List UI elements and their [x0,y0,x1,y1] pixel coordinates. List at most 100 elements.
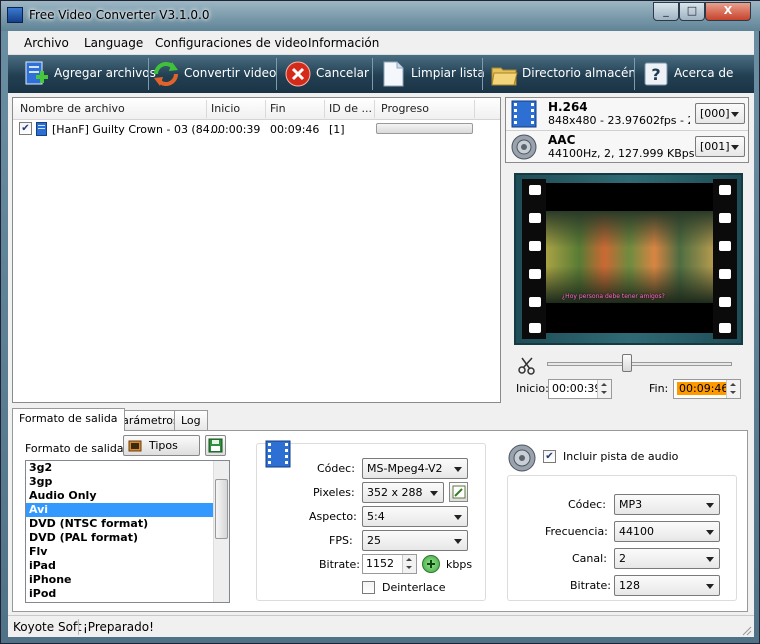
file-row[interactable]: ✔ [HanF] Guilty Crown - 03 (84... 00:00:… [13,120,500,138]
status-message: ¡Preparado! [83,620,154,634]
close-button[interactable]: X [705,2,751,21]
file-id: [1] [329,123,345,136]
menu-archivo[interactable]: Archivo [24,36,69,50]
file-name: [HanF] Guilty Crown - 03 (84... [52,123,221,136]
deinterlace-checkbox[interactable] [362,581,375,594]
video-bitrate-input[interactable]: 1152 [362,554,417,574]
video-stream-icon [511,100,537,128]
audio-track-select[interactable]: [001] [695,136,745,157]
convert-icon [154,62,178,86]
start-time-input[interactable]: 00:00:39 [548,379,612,399]
clear-list-button[interactable]: Limpiar lista [377,57,485,90]
end-time-input[interactable]: 00:09:46 [673,379,741,399]
preview-subtitle: ¿Hoy persona debe tener amigos? [562,293,665,300]
audio-bitrate-select[interactable]: 128 [614,575,720,596]
tab-log[interactable]: Log [174,410,208,431]
audio-settings-icon [508,444,536,472]
file-list-header: Nombre de archivo Inicio Fin ID de ... P… [13,98,500,120]
column-filename[interactable]: Nombre de archivo [20,102,125,115]
column-start[interactable]: Inicio [211,102,240,115]
video-codec: H.264 [548,100,588,114]
maximize-button[interactable]: □ [679,2,705,21]
video-codec-select[interactable]: MS-Mpeg4-V2 [362,458,468,479]
end-label: Fin: [649,382,669,395]
convert-video-button[interactable]: Convertir video [150,57,276,90]
about-button[interactable]: ? Acerca de [640,57,733,90]
menu-language[interactable]: Language [84,36,143,50]
add-bitrate-button[interactable] [422,555,440,573]
trim-slider-track[interactable] [547,362,732,366]
video-settings-group: Códec: MS-Mpeg4-V2 Pixeles: 352 x 288 As… [256,440,486,601]
tab-output-format[interactable]: Formato de salida [12,408,125,431]
add-file-icon [25,61,48,85]
aspect-label: Aspecto: [309,510,357,523]
client-area: Archivo Language Configuraciones de vide… [8,31,754,637]
trim-slider-thumb[interactable] [621,354,632,372]
file-progress-bar [376,123,473,134]
column-end[interactable]: Fin [270,102,286,115]
scissors-icon[interactable] [518,357,536,375]
scrollbar-thumb[interactable] [215,479,228,539]
channel-label: Canal: [572,552,607,565]
format-item[interactable]: DVD (PAL format) [26,531,229,545]
video-detail: 848x480 - 23.97602fps - 295 k [548,114,690,127]
window-title: Free Video Converter V3.1.0.0 [29,8,210,22]
video-track-select[interactable]: [000] [695,103,745,124]
end-time-value: 00:09:46 [677,382,731,395]
format-item[interactable]: iPod [26,587,229,601]
format-list[interactable]: 3g2 3gp Audio Only Avi DVD (NTSC format)… [25,460,230,603]
format-item[interactable]: DVD (NTSC format) [26,517,229,531]
column-progress[interactable]: Progreso [381,102,429,115]
cancel-button[interactable]: Cancelar [282,57,369,90]
file-start: 00:00:39 [211,123,261,136]
format-item[interactable]: 3g2 [26,461,229,475]
video-preview: ¿Hoy persona debe tener amigos? [514,173,743,345]
file-list[interactable]: Nombre de archivo Inicio Fin ID de ... P… [12,97,501,403]
audio-codec-select[interactable]: MP3 [614,494,720,515]
format-item[interactable]: Flv [26,545,229,559]
format-item[interactable]: Audio Only [26,489,229,503]
types-button[interactable]: Tipos [123,435,200,456]
add-files-button[interactable]: Agregar archivos [20,57,156,90]
aspect-select[interactable]: 5:4 [362,506,468,527]
pixels-select[interactable]: 352 x 288 [362,482,444,503]
custom-size-button[interactable] [449,482,468,502]
video-codec-label: Códec: [317,462,355,475]
title-bar[interactable]: Free Video Converter V3.1.0.0 _ □ X [1,1,760,31]
video-settings-icon [265,440,291,468]
format-item[interactable]: iPhone [26,573,229,587]
output-format-panel: Formato de salida: Tipos 3g2 3gp Audio O… [12,430,748,612]
menu-video-settings[interactable]: Configuraciones de video [155,36,307,50]
stream-info: H.264 848x480 - 23.97602fps - 295 k [000… [505,97,749,163]
file-row-checkbox[interactable]: ✔ [19,122,32,135]
format-item[interactable]: iPad [26,559,229,573]
fps-label: FPS: [329,534,353,547]
deinterlace-label: Deinterlace [382,581,446,594]
status-bar: Koyote Soft ¡Preparado! [8,615,754,637]
column-id[interactable]: ID de ... [329,102,372,115]
output-folder-button[interactable]: Directorio almacén [488,57,636,90]
channel-select[interactable]: 2 [614,548,720,569]
video-file-icon [36,122,47,136]
minimize-button[interactable]: _ [653,2,679,21]
start-time-value: 00:00:39 [552,382,602,395]
format-item[interactable]: 3gp [26,475,229,489]
frequency-select[interactable]: 44100 [614,521,720,542]
cancel-icon [285,61,311,87]
format-item-selected[interactable]: Avi [26,503,213,517]
include-audio-label: Incluir pista de audio [563,450,679,463]
include-audio-checkbox[interactable]: ✔ [543,450,556,463]
audio-codec-label: Códec: [568,498,606,511]
resize-grip-icon[interactable] [740,624,752,636]
audio-bitrate-label: Bitrate: [570,579,611,592]
bitrate-label: Bitrate: [319,558,360,571]
fps-select[interactable]: 25 [362,530,468,551]
types-label: Tipos [149,439,178,452]
format-list-scrollbar[interactable] [213,461,229,602]
save-format-button[interactable] [205,435,226,456]
menu-informacion[interactable]: Información [308,36,379,50]
toolbar: Agregar archivos Convertir video Cancela… [8,55,754,93]
pixels-label: Pixeles: [313,486,355,499]
about-label: Acerca de [674,66,734,80]
app-window: Free Video Converter V3.1.0.0 _ □ X Arch… [0,0,760,644]
